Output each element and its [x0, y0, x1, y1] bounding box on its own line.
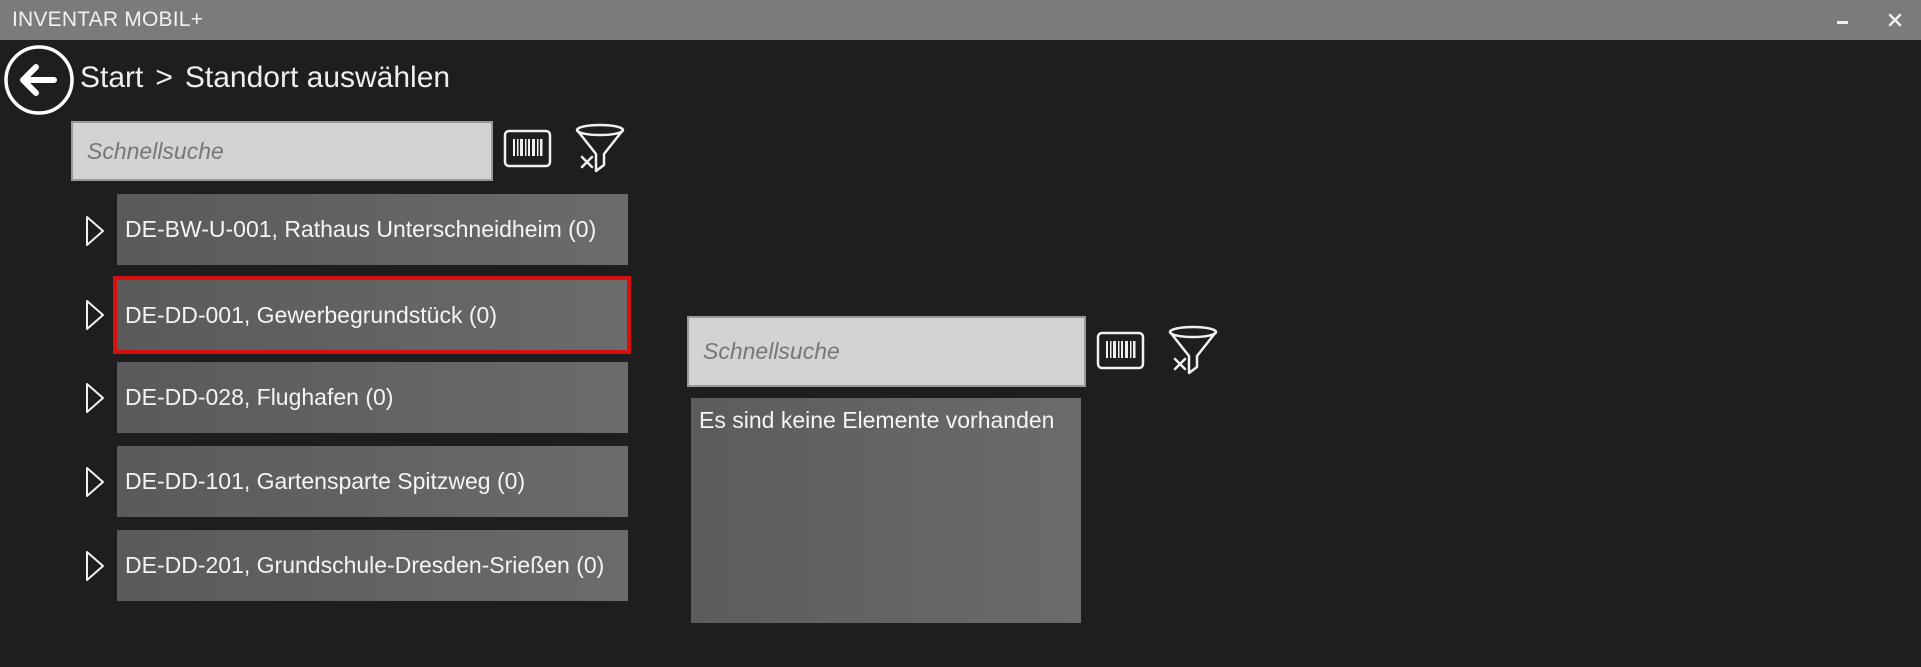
- minimize-button[interactable]: [1823, 3, 1863, 37]
- location-item-label: DE-DD-001, Gewerbegrundstück (0): [125, 301, 497, 328]
- barcode-scan-button[interactable]: [1095, 328, 1147, 374]
- expand-triangle-icon[interactable]: [84, 465, 106, 499]
- expand-triangle-icon[interactable]: [84, 381, 106, 415]
- expand-triangle-icon[interactable]: [84, 549, 106, 583]
- detail-list: Es sind keine Elemente vorhanden: [691, 398, 1081, 623]
- expand-triangle-icon[interactable]: [84, 214, 106, 248]
- location-item-selected[interactable]: DE-DD-001, Gewerbegrundstück (0): [113, 276, 631, 354]
- location-item[interactable]: DE-DD-028, Flughafen (0): [117, 362, 628, 433]
- breadcrumb-root[interactable]: Start: [80, 61, 143, 94]
- back-button[interactable]: [3, 44, 75, 116]
- barcode-icon: [503, 129, 552, 168]
- empty-message: Es sind keine Elemente vorhanden: [699, 407, 1055, 433]
- location-search-input[interactable]: [71, 121, 493, 181]
- location-item[interactable]: DE-DD-101, Gartensparte Spitzweg (0): [117, 446, 628, 517]
- app-title: INVENTAR MOBIL+: [12, 8, 204, 31]
- breadcrumb-separator: >: [155, 61, 173, 94]
- filter-clear-icon: [575, 123, 625, 173]
- filter-clear-icon: [1168, 325, 1218, 375]
- location-item-label: DE-DD-201, Grundschule-Dresden-Srießen (…: [125, 552, 605, 578]
- close-button[interactable]: [1875, 3, 1915, 37]
- expand-triangle-icon[interactable]: [84, 298, 106, 332]
- breadcrumb: Start > Standort auswählen: [80, 61, 450, 95]
- back-arrow-icon: [4, 45, 74, 115]
- clear-filter-button[interactable]: [1165, 323, 1221, 381]
- detail-search-input[interactable]: [687, 316, 1086, 387]
- title-bar: INVENTAR MOBIL+: [0, 0, 1921, 40]
- clear-filter-button[interactable]: [572, 121, 628, 179]
- location-item[interactable]: DE-DD-201, Grundschule-Dresden-Srießen (…: [117, 530, 628, 601]
- location-item-label: DE-DD-028, Flughafen (0): [125, 384, 394, 410]
- barcode-scan-button[interactable]: [502, 126, 554, 172]
- breadcrumb-current: Standort auswählen: [184, 61, 451, 94]
- close-icon: [1888, 13, 1902, 27]
- minimize-icon: [1837, 21, 1848, 24]
- location-item[interactable]: DE-BW-U-001, Rathaus Unterschneidheim (0…: [117, 194, 628, 265]
- location-item-label: DE-BW-U-001, Rathaus Unterschneidheim (0…: [125, 216, 597, 242]
- barcode-icon: [1096, 331, 1145, 370]
- location-item-label: DE-DD-101, Gartensparte Spitzweg (0): [125, 468, 526, 494]
